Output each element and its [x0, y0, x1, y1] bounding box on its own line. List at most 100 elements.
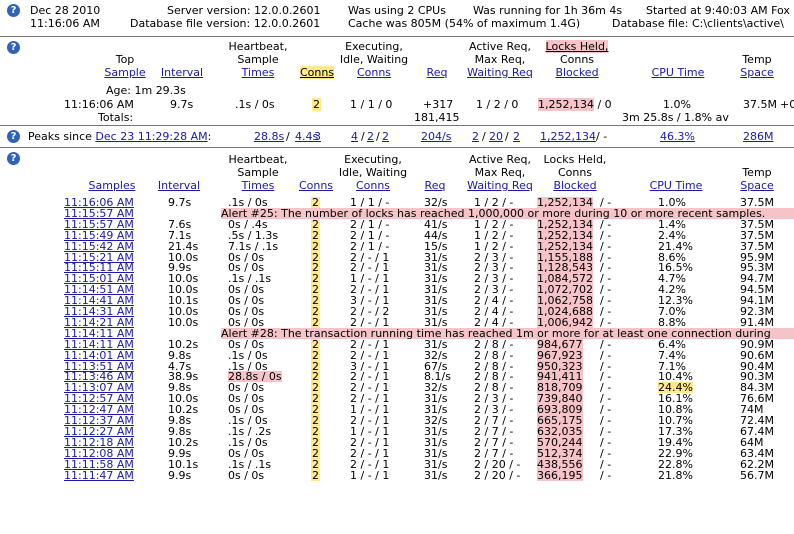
sample-locks: 1,252,134 — [537, 196, 593, 209]
col-header-temp: Temp Space — [740, 166, 774, 192]
sample-cpu: 22.8% — [658, 457, 693, 471]
sample-heartbeat: .1s / 0s — [228, 196, 268, 209]
sample-time-link[interactable]: 11:14:01 AM — [64, 350, 134, 361]
sample-time-link[interactable]: 11:15:42 AM — [64, 241, 134, 252]
sample-req: 32/s — [424, 348, 448, 362]
sample-active-req: 1 / 2 / - — [474, 196, 514, 209]
peaks-panel: ? Peaks since Dec 23 11:29:28 AM: 28.8s … — [0, 125, 794, 148]
col-header-interval[interactable]: Interval — [154, 179, 204, 192]
peak-exec-b[interactable]: 2 — [367, 130, 374, 143]
peak-active-a[interactable]: 2 — [472, 130, 479, 143]
cache-size: Cache was 805M (54% of maximum 1.4G) — [348, 17, 581, 30]
sample-locks: 1,006,942 — [537, 315, 593, 329]
peaks-row: Peaks since Dec 23 11:29:28 AM: — [28, 130, 212, 143]
sample-interval: 10.0s — [168, 315, 199, 329]
server-version: Server version: 12.0.0.2601 — [167, 4, 321, 17]
peak-temp[interactable]: 286M — [743, 130, 774, 143]
sample-locks-blocked: / - — [600, 468, 612, 482]
sample-req: 31/s — [424, 457, 448, 471]
col-header-executing: Executing, Idle, Waiting Conns — [339, 40, 409, 79]
help-icon[interactable]: ? — [7, 152, 20, 165]
sample-temp: 37.5M — [740, 239, 774, 253]
sample-locks: 366,195 — [537, 468, 583, 482]
table-row: 11:14:11 AM 10.2s 0s / 0s 2 2 / - / 1 31/s 2 /… — [0, 338, 794, 350]
current-heartbeat: .1s / 0s — [235, 98, 275, 111]
help-icon[interactable]: ? — [7, 41, 20, 54]
sample-locks: 1,252,134 — [537, 239, 593, 253]
help-icon[interactable]: ? — [7, 4, 20, 17]
current-extra: +0 — [780, 98, 794, 111]
col-header-cpu[interactable]: CPU Time — [638, 179, 714, 192]
sample-executing: 2 / - / 1 — [350, 348, 390, 362]
current-active-req: 1 / 2 / 0 — [476, 98, 519, 111]
sample-active-req: 2 / 4 / - — [474, 315, 514, 329]
col-header-active-req: Active Req, Max Req, Waiting Req — [467, 153, 533, 192]
current-executing: 1 / 1 / 0 — [350, 98, 393, 111]
peaks-since-link[interactable]: Dec 23 11:29:28 AM — [95, 130, 207, 143]
sample-locks: 967,923 — [537, 348, 583, 362]
db-file-path: Database file: C:\clients\active\ — [612, 17, 784, 30]
col-header-active-req: Active Req, Max Req, Waiting Req — [467, 40, 533, 79]
peak-active-c[interactable]: 2 — [513, 130, 520, 143]
peak-active-sep: / — [505, 130, 509, 143]
cpu-count: Was using 2 CPUs — [348, 4, 446, 17]
col-header-req[interactable]: Req — [420, 179, 450, 192]
running-time: Was running for 1h 36m 4s — [473, 4, 623, 17]
current-conns: 2 — [312, 98, 321, 111]
sample-time-link[interactable]: 11:11:47 AM — [64, 470, 134, 481]
col-header-conns[interactable]: Conns — [296, 179, 336, 192]
col-header-locks: Locks Held, Conns Blocked — [545, 40, 609, 79]
sample-heartbeat: .1s / .1s — [228, 457, 272, 471]
sample-temp: 91.4M — [740, 315, 774, 329]
col-header-locks: Locks Held, Conns Blocked — [543, 153, 607, 192]
sample-cpu: 7.4% — [658, 348, 686, 362]
col-header-cpu[interactable]: CPU Time — [640, 66, 716, 79]
peak-active-b[interactable]: 20 — [489, 130, 503, 143]
col-header-executing: Executing, Idle, Waiting Conns — [338, 153, 408, 192]
sample-heartbeat: 0s / 0s — [228, 468, 265, 482]
sample-temp: 62.2M — [740, 457, 774, 471]
sample-conns: 2 — [311, 239, 320, 253]
sample-locks-blocked: / - — [600, 457, 612, 471]
sample-active-req: 1 / 2 / - — [474, 239, 514, 253]
sample-locks-blocked: / - — [600, 348, 612, 362]
summary-time: 11:16:06 AM — [30, 17, 100, 30]
sample-conns: 2 — [311, 196, 320, 209]
table-row: 11:15:42 AM 21.4s 7.1s / .1s 2 2 / 1 / - 15/s… — [0, 239, 794, 253]
sample-req: 32/s — [424, 196, 448, 209]
sample-executing: 2 / 1 / - — [350, 239, 390, 253]
peak-cpu[interactable]: 46.3% — [660, 130, 695, 143]
total-cpu: 3m 25.8s / 1.8% av — [622, 111, 729, 124]
peak-conns[interactable]: 3 — [314, 130, 321, 143]
table-row: 11:11:47 AM 9.9s 0s / 0s 2 1 / - / 1 31/s 2 / … — [0, 468, 794, 482]
col-header-conns[interactable]: Conns — [298, 66, 336, 79]
totals-label: Totals: — [98, 111, 134, 124]
sample-temp: 37.5M — [740, 196, 774, 209]
peak-exec-c[interactable]: 2 — [382, 130, 389, 143]
peaks-label: Peaks since — [28, 130, 92, 143]
col-header-interval[interactable]: Interval — [157, 66, 207, 79]
sample-conns: 2 — [311, 468, 320, 482]
samples-panel: ? Samples Interval Heartbeat, Sample Times… — [0, 147, 794, 534]
sample-time-link[interactable]: 11:11:58 AM — [64, 459, 134, 470]
col-header-req[interactable]: Req — [422, 66, 452, 79]
col-header-samples[interactable]: Samples — [82, 179, 142, 192]
sample-locks-blocked: / - — [600, 315, 612, 329]
help-icon[interactable]: ? — [7, 130, 20, 143]
peak-req[interactable]: 204/s — [421, 130, 451, 143]
peak-heartbeat-sep: / — [286, 130, 290, 143]
sample-locks: 438,556 — [537, 457, 583, 471]
summary-panel: ? Dec 28 2010 11:16:06 AM Server version… — [0, 0, 794, 36]
peak-heartbeat-a[interactable]: 28.8s — [254, 130, 284, 143]
sample-active-req: 2 / 8 / - — [474, 348, 514, 362]
table-row: 11:12:08 AM 9.9s 0s / 0s 2 2 / - / 1 31/s 2 / … — [0, 447, 794, 459]
sample-age: Age: 1m 29.3s — [106, 84, 186, 97]
peak-exec-a[interactable]: 4 — [351, 130, 358, 143]
sample-req: 31/s — [424, 468, 448, 482]
sample-temp: 56.7M — [740, 468, 774, 482]
sample-req: 31/s — [424, 315, 448, 329]
table-row: 11:11:58 AM 10.1s .1s / .1s 2 2 / - / 1 31/s 2… — [0, 457, 794, 471]
peak-locks[interactable]: 1,252,134 — [540, 130, 596, 143]
sample-req: 15/s — [424, 239, 448, 253]
sample-interval: 10.1s — [168, 457, 199, 471]
